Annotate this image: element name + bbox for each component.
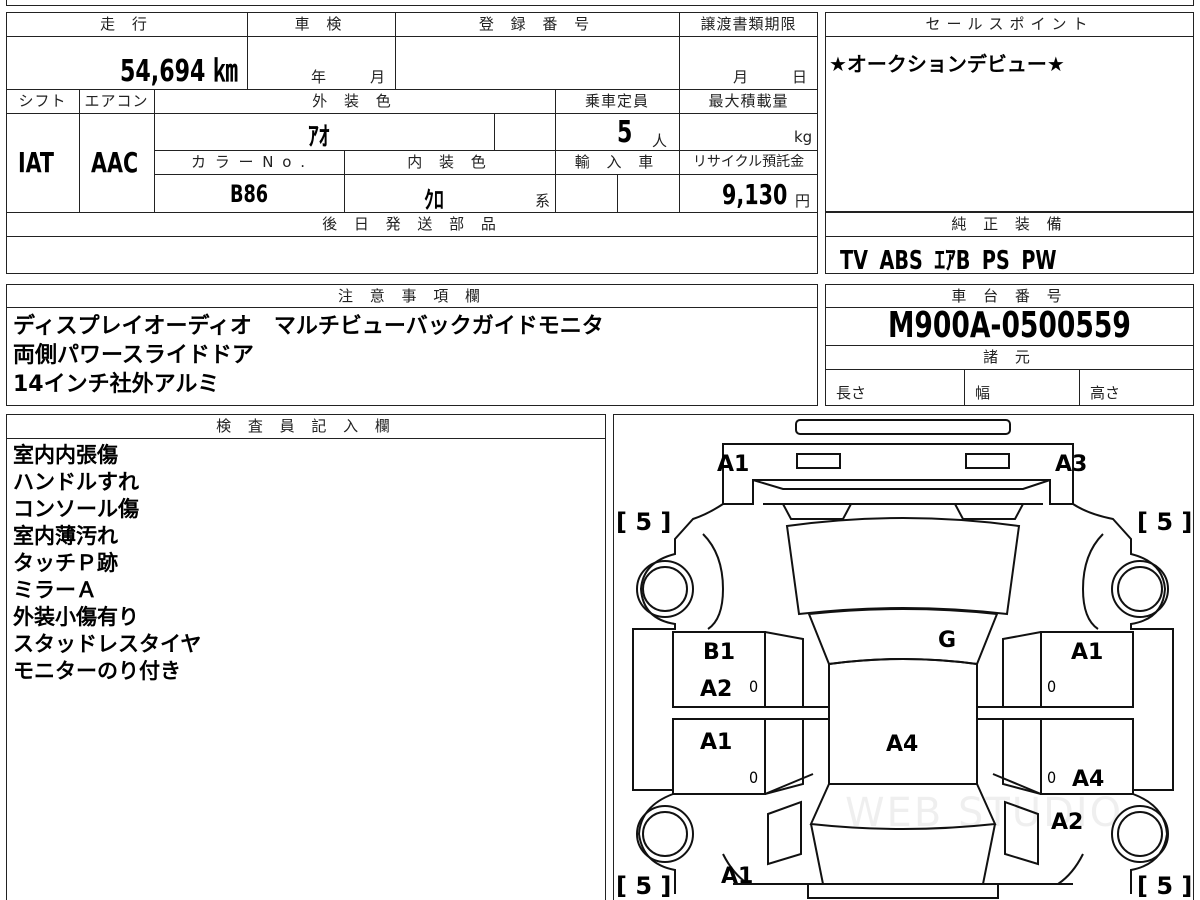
exterior-color-header: 外 装 色 [312,92,397,110]
sales-point-box [825,12,1194,212]
damage-left-rear-door: A1 [700,730,733,755]
import-header: 輸 入 車 [574,153,660,171]
headlight-right [965,453,1010,469]
headlight-left [796,453,841,469]
mileage-value: 54,694 ㎞ [120,54,238,89]
recycle-header: リサイクル預託金 [692,154,805,170]
inspector-line-3: コンソール傷 [13,497,139,521]
inspector-line-2: ハンドルすれ [13,470,139,494]
interior-color-suffix: 系 [535,192,551,210]
chassis-header: 車 台 番 号 [951,287,1068,305]
notes-line-2: 両側パワースライドドア [13,343,254,368]
tire-rear-right: [ 5 ] [1137,872,1193,900]
max-load-header: 最大積載量 [708,92,789,110]
later-parts-header: 後 日 発 送 部 品 [322,215,502,233]
wheel-rear-left [636,805,694,863]
chassis-number: M900A-0500559 [888,305,1131,346]
inspection-year-unit: 年 [311,68,327,86]
rear-bumper [807,883,999,899]
inspection-header: 車 検 [294,15,348,33]
inspector-line-8: スタッドレスタイヤ [13,632,202,656]
max-load-unit: kg [794,128,813,146]
inspector-line-9: モニターのり付き [13,659,181,683]
damage-right-rear-door: A4 [1072,767,1105,792]
damage-front-right: A3 [1055,452,1088,477]
width-label: 幅 [975,384,991,402]
inspection-month-unit: 月 [370,68,386,86]
registration-header: 登 録 番 号 [478,15,596,33]
spec-header: 諸 元 [983,348,1036,366]
front-panel [722,443,1074,505]
damage-left-front-door-1: B1 [703,640,736,665]
wheel-front-left [636,560,694,618]
interior-color-value: ｸﾛ [424,186,444,214]
capacity-value: 5 [617,115,633,150]
transfer-month-unit: 月 [733,68,749,86]
damage-roof: A4 [886,732,919,757]
sales-point-header: セールスポイント [925,15,1094,33]
right-rear-zero: 0 [1047,768,1057,787]
damage-rear-left: A1 [721,864,754,889]
transfer-deadline-header: 譲渡書類期限 [700,15,797,33]
notes-line-1: ディスプレイオーディオ マルチビューバックガイドモニタ [13,314,604,339]
roof [828,658,978,785]
damage-front-left: A1 [717,452,750,477]
inspector-line-1: 室内内張傷 [13,443,118,467]
recycle-fee-value: 9,130 [722,178,788,211]
notes-line-3: 14インチ社外アルミ [13,372,220,397]
wheel-front-right [1111,560,1169,618]
inspector-line-5: タッチＰ跡 [13,551,118,575]
inspector-line-6: ミラーＡ [13,578,97,602]
shift-value: IAT [18,146,54,179]
color-no-header: カ ラ ー N o . [190,153,307,171]
top-cropped-row [6,0,1194,6]
height-label: 高さ [1090,384,1121,402]
tire-rear-left: [ 5 ] [616,872,672,900]
transfer-day-unit: 日 [792,68,808,86]
right-front-zero: 0 [1047,677,1057,696]
interior-color-header: 内 装 色 [407,153,492,171]
standard-equipment-text: TV ABS ｴｱB PS PW [840,246,1057,276]
watermark: WEB STUDIO [845,790,1124,836]
standard-equipment-header: 純 正 装 備 [951,215,1068,233]
grille [752,479,1051,490]
exterior-color-value: ｱｵ [308,122,330,152]
color-no-value: B86 [230,180,269,208]
windshield [785,517,1021,616]
front-bumper [795,419,1011,435]
left-rear-zero: 0 [749,768,759,787]
inspector-line-7: 外装小傷有り [13,605,139,629]
aircon-value: AAC [91,146,139,179]
sales-point-text: ★オークションデビュー★ [829,52,1065,76]
damage-right-front-door: A1 [1071,640,1104,665]
left-front-zero: 0 [749,677,759,696]
tire-front-left: [ 5 ] [616,508,672,536]
damage-left-front-door-2: A2 [700,677,733,702]
length-label: 長さ [836,384,867,402]
shift-header: シフト [18,92,67,110]
damage-windshield: G [938,628,957,653]
tire-front-right: [ 5 ] [1137,508,1193,536]
capacity-unit: 人 [652,132,668,150]
recycle-fee-unit: 円 [795,192,811,210]
inspector-header: 検 査 員 記 入 欄 [216,417,396,435]
notes-header: 注 意 事 項 欄 [337,287,487,305]
capacity-header: 乗車定員 [584,92,649,110]
inspector-line-4: 室内薄汚れ [13,524,118,548]
mileage-header: 走 行 [100,15,153,33]
aircon-header: エアコン [84,92,149,110]
